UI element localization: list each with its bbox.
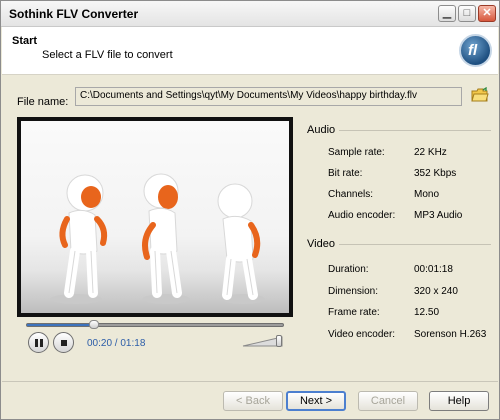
video-frame-image: [50, 173, 265, 304]
sothink-logo-icon: fl: [459, 34, 492, 67]
seek-bar[interactable]: [26, 320, 284, 329]
converter-window: Sothink FLV Converter ▁ □ ✕ Start Select…: [0, 0, 500, 420]
window-title: Sothink FLV Converter: [9, 7, 139, 21]
bit-rate-value: 352 Kbps: [414, 168, 457, 179]
dimension-value: 320 x 240: [414, 286, 458, 297]
file-path-field[interactable]: C:\Documents and Settings\qyt\My Documen…: [75, 87, 462, 106]
video-divider: [339, 244, 491, 245]
open-folder-icon[interactable]: [471, 87, 489, 103]
audio-encoder-label: Audio encoder:: [328, 210, 396, 221]
maximize-icon: □: [463, 7, 471, 19]
sample-rate-value: 22 KHz: [414, 147, 447, 158]
video-encoder-label: Video encoder:: [328, 329, 396, 340]
stop-icon: [61, 340, 67, 346]
minimize-button[interactable]: ▁: [438, 5, 456, 22]
bit-rate-label: Bit rate:: [328, 168, 363, 179]
channels-value: Mono: [414, 189, 440, 200]
figure-middle: [142, 173, 182, 298]
channels-label: Channels:: [328, 189, 374, 200]
audio-encoder-value: MP3 Audio: [414, 210, 463, 221]
sample-rate-label: Sample rate:: [328, 147, 385, 158]
next-button[interactable]: Next >: [286, 391, 346, 411]
video-frame: [21, 121, 289, 313]
maximize-button[interactable]: □: [458, 5, 476, 22]
volume-handle[interactable]: [276, 335, 283, 347]
back-button[interactable]: < Back: [223, 391, 283, 411]
frame-rate-value: 12.50: [414, 307, 440, 318]
minimize-icon: ▁: [442, 7, 452, 19]
stop-button[interactable]: [53, 332, 74, 353]
close-icon: ✕: [482, 7, 492, 19]
playback-time: 00:20 / 01:18: [87, 338, 146, 349]
close-button[interactable]: ✕: [478, 5, 496, 22]
file-name-label: File name:: [17, 96, 69, 108]
audio-divider: [339, 130, 491, 131]
duration-label: Duration:: [328, 264, 369, 275]
duration-value: 00:01:18: [414, 264, 453, 275]
video-encoder-value: Sorenson H.263: [414, 329, 487, 340]
figure-left: [59, 174, 108, 298]
footer-divider: [2, 381, 498, 382]
figure-right: [217, 183, 261, 300]
seek-progress: [27, 324, 94, 326]
volume-slider[interactable]: [242, 335, 286, 347]
step-subtitle: Select a FLV file to convert: [42, 49, 173, 61]
video-heading: Video: [307, 238, 335, 250]
seek-handle[interactable]: [88, 320, 99, 329]
audio-heading: Audio: [307, 124, 336, 136]
help-button[interactable]: Help: [429, 391, 489, 411]
cancel-button[interactable]: Cancel: [358, 391, 418, 411]
frame-rate-label: Frame rate:: [328, 307, 380, 318]
step-title: Start: [12, 35, 38, 47]
dimension-label: Dimension:: [328, 286, 379, 297]
video-preview: [17, 117, 293, 317]
pause-button[interactable]: [28, 332, 49, 353]
wizard-header: Start Select a FLV file to convert fl: [2, 27, 498, 75]
title-bar[interactable]: Sothink FLV Converter ▁ □ ✕: [1, 1, 499, 27]
